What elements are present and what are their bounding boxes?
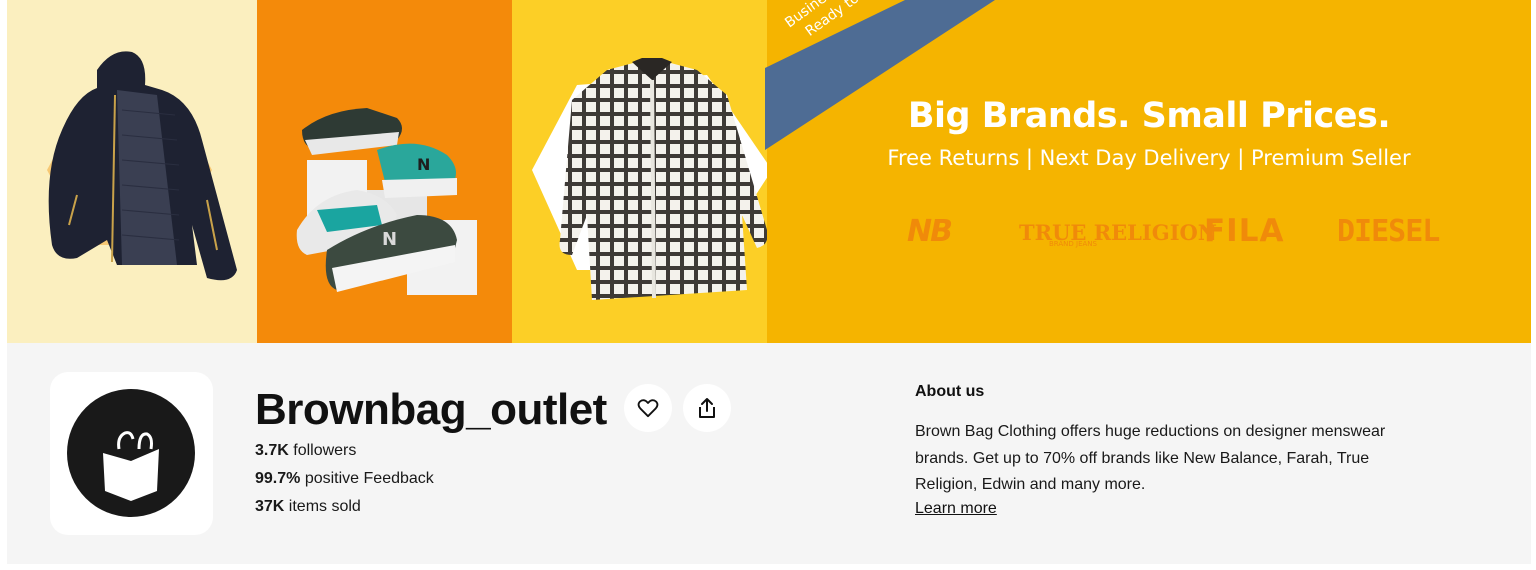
banner-panel-shirt [512, 0, 767, 343]
feedback-stat: 99.7% positive Feedback [255, 469, 434, 489]
feedback-percent: 99.7% [255, 470, 301, 487]
banner-subline: Free Returns | Next Day Delivery | Premi… [887, 146, 1411, 170]
store-header: N N Ready to ship! Big Brands. Small Pri… [7, 0, 1531, 564]
banner-panel-sneakers: N N [257, 0, 512, 343]
svg-text:N: N [417, 155, 430, 174]
banner-panel-jacket [7, 0, 257, 343]
share-icon [699, 398, 715, 418]
followers-label: followers [288, 442, 357, 459]
true-religion-sub-logo: BRAND JEANS [1049, 240, 1097, 248]
items-sold-label: items sold [284, 498, 361, 515]
store-profile: Brownbag_outlet 3.7K followers 99.7% pos… [7, 343, 1531, 564]
followers-count: 3.7K [255, 442, 289, 459]
shirt-image [532, 58, 767, 300]
about-title: About us [915, 383, 985, 400]
store-logo [67, 389, 195, 517]
store-logo-card [50, 372, 213, 535]
favorite-button[interactable] [624, 384, 672, 432]
share-button[interactable] [683, 384, 731, 432]
learn-more-link[interactable]: Learn more [915, 500, 997, 518]
followers-stat: 3.7K followers [255, 441, 356, 461]
store-banner: N N Ready to ship! Big Brands. Small Pri… [7, 0, 1531, 343]
heart-icon [637, 399, 659, 418]
items-sold-count: 37K [255, 498, 285, 515]
feedback-label: positive Feedback [300, 470, 434, 487]
svg-text:N: N [382, 229, 397, 250]
store-name: Brownbag_outlet [255, 385, 607, 434]
about-text: Brown Bag Clothing offers huge reduction… [915, 423, 1386, 493]
fila-logo: FILA [1204, 213, 1285, 249]
jacket-image [47, 51, 237, 281]
shopping-bag-icon [103, 431, 159, 501]
banner-headline: Big Brands. Small Prices. [907, 96, 1391, 136]
diesel-logo: DIESEL [1337, 214, 1440, 249]
items-sold-stat: 37K items sold [255, 497, 361, 517]
sneakers-image: N N [296, 108, 477, 295]
new-balance-logo: NB [907, 214, 953, 249]
